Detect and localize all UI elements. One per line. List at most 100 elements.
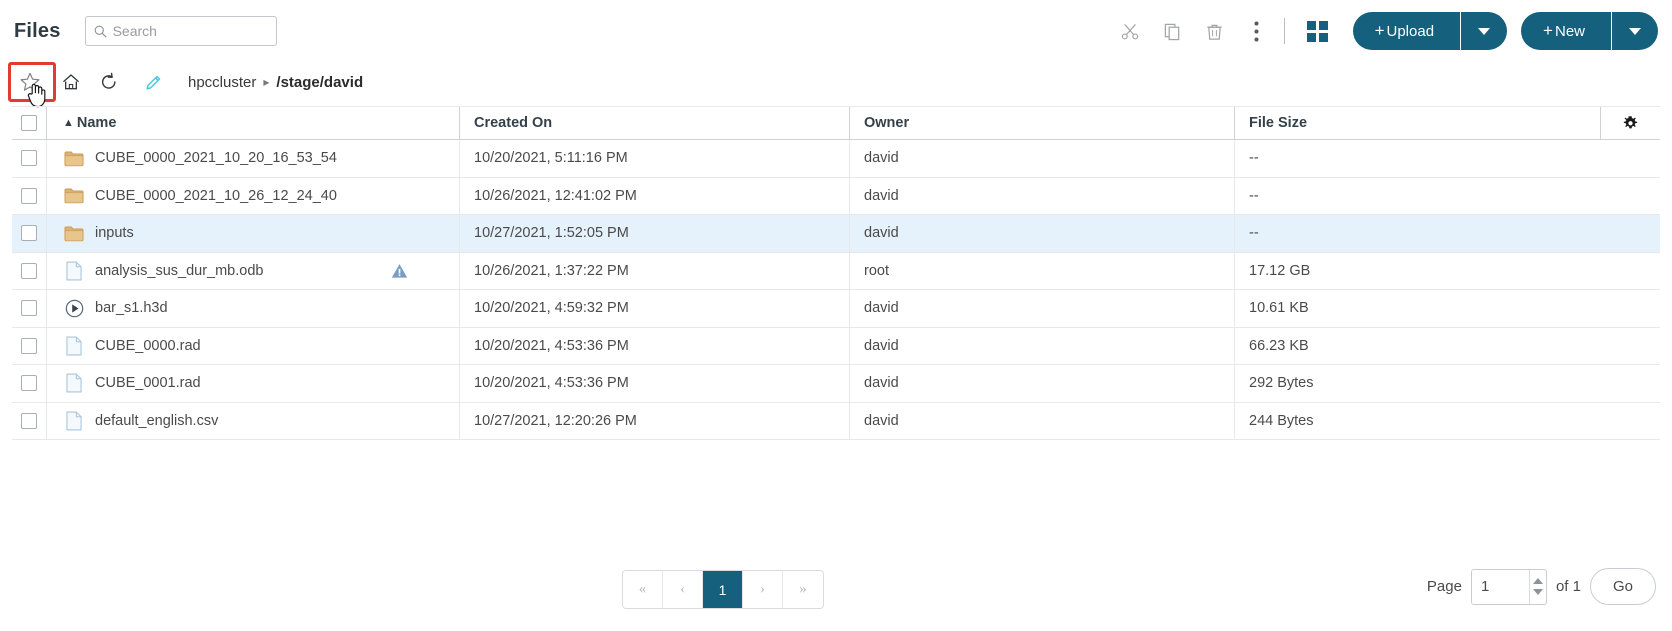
plus-icon: + [1543,21,1553,40]
cell-created-on: 10/27/2021, 12:20:26 PM [459,402,849,439]
file-icon [63,373,85,393]
cell-created-on: 10/20/2021, 4:59:32 PM [459,290,849,327]
grid-view-button[interactable] [1297,14,1339,48]
trash-icon [1207,24,1222,40]
upload-button[interactable]: + Upload [1352,12,1461,50]
cell-owner: david [849,402,1234,439]
file-warning-indicator[interactable] [391,263,408,279]
column-header-size[interactable]: File Size [1234,107,1600,139]
cell-owner: david [849,290,1234,327]
delete-button[interactable] [1194,14,1236,48]
table-row[interactable]: analysis_sus_dur_mb.odb 10/26/2021, 1:37:… [12,252,1660,290]
upload-button-group: + Upload [1352,12,1508,50]
row-checkbox[interactable] [21,150,37,167]
pagination-last-button[interactable]: » [783,571,823,608]
favorite-star-button[interactable] [10,66,50,98]
table-row[interactable]: CUBE_0000_2021_10_20_16_53_54 10/20/2021,… [12,140,1660,178]
cell-file-size: -- [1234,215,1660,252]
pagination-prev-button[interactable]: ‹ [663,571,703,608]
refresh-button[interactable] [92,66,126,98]
row-checkbox[interactable] [21,262,37,279]
warning-icon [391,263,408,278]
file-name-link[interactable]: inputs [95,225,134,241]
file-name-link[interactable]: CUBE_0000_2021_10_26_12_24_40 [95,188,337,204]
file-name-link[interactable]: bar_s1.h3d [95,300,168,316]
spinner-down-icon[interactable] [1533,589,1544,595]
file-name-link[interactable]: CUBE_0000.rad [95,338,201,354]
table-row[interactable]: CUBE_0001.rad 10/20/2021, 4:53:36 PM david… [12,365,1660,403]
row-select-cell [12,150,46,167]
search-input[interactable] [112,23,268,39]
file-name-link[interactable]: default_english.csv [95,413,218,429]
row-checkbox[interactable] [21,187,37,204]
cut-button[interactable] [1110,14,1152,48]
pagination-next-button[interactable]: › [743,571,783,608]
column-header-created[interactable]: Created On [459,107,849,139]
column-settings-button[interactable] [1600,107,1660,139]
cell-name: CUBE_0000.rad [46,327,459,364]
column-header-owner-label: Owner [864,115,910,131]
column-header-owner[interactable]: Owner [849,107,1234,139]
page-label: Page [1426,578,1462,595]
toolbar-divider [1283,18,1285,44]
caret-down-icon [1461,12,1507,50]
table-row[interactable]: bar_s1.h3d 10/20/2021, 4:59:32 PM david 10.… [12,290,1660,328]
folder-icon [63,225,85,242]
page-title: Files [14,19,61,42]
new-dropdown-button[interactable] [1612,12,1658,50]
table-row[interactable]: default_english.csv 10/27/2021, 12:20:26 … [12,402,1660,440]
page-number-input[interactable] [1471,569,1530,604]
file-name-link[interactable]: CUBE_0001.rad [95,375,201,391]
file-name-link[interactable]: CUBE_0000_2021_10_20_16_53_54 [95,150,337,166]
new-button-group: + New [1521,12,1658,50]
row-select-cell [12,300,46,317]
table-row[interactable]: CUBE_0000.rad 10/20/2021, 4:53:36 PM david… [12,327,1660,365]
page-spinner[interactable] [1529,569,1546,604]
copy-button[interactable] [1152,14,1194,48]
toolbar-actions: + Upload + New [1110,12,1672,50]
row-checkbox[interactable] [21,300,37,317]
gear-icon [1623,115,1638,128]
pagination-first-button[interactable]: « [623,571,663,608]
column-header-created-label: Created On [474,115,553,131]
upload-dropdown-button[interactable] [1461,12,1508,50]
more-options-button[interactable] [1236,14,1278,48]
cell-name: inputs [46,215,459,252]
cell-name: CUBE_0000_2021_10_26_12_24_40 [46,177,459,214]
edit-path-button[interactable] [136,66,170,98]
file-name-link[interactable]: analysis_sus_dur_mb.odb [95,263,263,279]
row-checkbox[interactable] [21,375,37,392]
top-toolbar: Files Search + Upload + New [0,0,1672,62]
page-number-stepper[interactable] [1470,568,1547,605]
refresh-icon [102,72,116,89]
file-icon [63,261,85,281]
pagination-page-1[interactable]: 1 [703,571,743,608]
cell-owner: david [849,365,1234,402]
row-checkbox[interactable] [21,337,37,354]
cell-created-on: 10/26/2021, 12:41:02 PM [459,177,849,214]
breadcrumb-root[interactable]: hpccluster [188,74,256,91]
search-box[interactable] [84,16,277,46]
column-header-name[interactable]: ▲ Name [46,107,459,139]
new-button[interactable]: + New [1521,12,1611,50]
table-row[interactable]: inputs 10/27/2021, 1:52:05 PM david -- [12,215,1660,253]
cell-name: default_english.csv [46,402,459,439]
folder-icon [63,187,85,204]
row-select-cell [12,187,46,204]
row-checkbox[interactable] [21,412,37,429]
row-checkbox[interactable] [21,225,37,242]
scissors-icon [1121,23,1139,39]
table-row[interactable]: CUBE_0000_2021_10_26_12_24_40 10/26/2021,… [12,177,1660,215]
cell-created-on: 10/27/2021, 1:52:05 PM [459,215,849,252]
play-icon [63,299,85,318]
home-icon [63,74,79,90]
spinner-up-icon[interactable] [1533,578,1544,584]
select-all-checkbox[interactable] [21,115,37,131]
copy-icon [1164,23,1180,40]
go-button[interactable]: Go [1589,568,1656,605]
upload-label: Upload [1386,22,1435,40]
row-select-cell [12,412,46,429]
breadcrumb-current-path[interactable]: /stage/david [276,74,363,91]
total-pages-label: of 1 [1555,578,1581,595]
home-button[interactable] [54,66,88,98]
